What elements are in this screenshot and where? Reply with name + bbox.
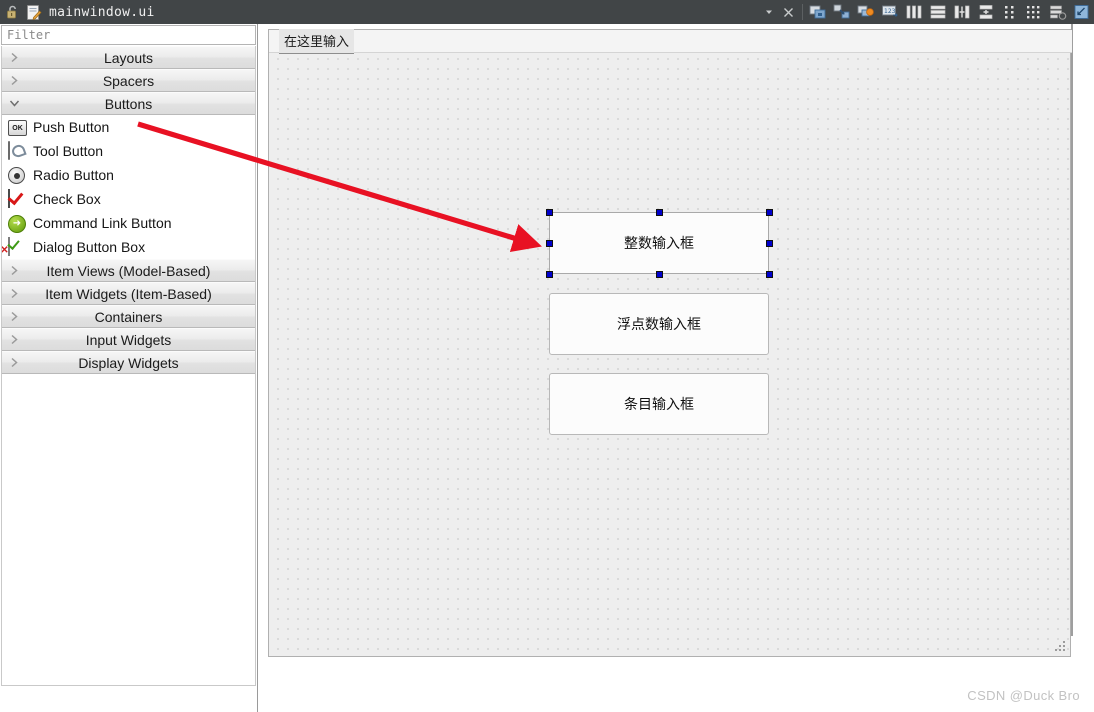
widget-category-label: Containers bbox=[94, 308, 163, 325]
widget-item-label: Push Button bbox=[33, 119, 110, 135]
widget-category-buttons[interactable]: Buttons bbox=[2, 92, 255, 115]
widget-category-label: Spacers bbox=[102, 72, 155, 89]
selection-handle-bottom-left[interactable] bbox=[545, 270, 553, 278]
chevron-right-icon bbox=[8, 329, 20, 350]
widget-category-spacers[interactable]: Spacers bbox=[2, 69, 255, 92]
push-button-integer-input[interactable]: 整数输入框 bbox=[549, 212, 769, 274]
selection-handle-top-left[interactable] bbox=[545, 208, 553, 216]
watermark-text: CSDN @Duck Bro bbox=[967, 688, 1080, 703]
widget-item-label: Radio Button bbox=[33, 167, 114, 183]
layout-form-icon[interactable] bbox=[998, 0, 1022, 24]
chevron-right-icon bbox=[8, 260, 20, 281]
widget-category-containers[interactable]: Containers bbox=[2, 305, 255, 328]
chevron-right-icon bbox=[8, 47, 20, 68]
layout-vertical-splitter-icon[interactable] bbox=[974, 0, 998, 24]
ui-file-edit-icon bbox=[25, 4, 42, 21]
chevron-down-icon bbox=[8, 93, 20, 114]
widget-category-label: Display Widgets bbox=[78, 354, 179, 371]
tool-button-icon bbox=[8, 141, 26, 160]
window-title: mainwindow.ui bbox=[49, 4, 155, 20]
break-layout-icon[interactable] bbox=[1046, 0, 1070, 24]
push-button-float-input[interactable]: 浮点数输入框 bbox=[549, 293, 769, 355]
designer-toolbar: 123 bbox=[806, 0, 1094, 24]
radio-button-icon bbox=[8, 166, 26, 184]
edit-signals-slots-icon[interactable] bbox=[830, 0, 854, 24]
filter-input[interactable]: Filter bbox=[1, 25, 256, 45]
form-canvas[interactable]: 在这里输入 整数输入框 浮点数输入框 条目输入框 bbox=[268, 28, 1072, 657]
title-bar: mainwindow.ui 123 bbox=[0, 0, 1094, 24]
widget-box-panel: Filter Layouts Spacers Buttons OK Push B… bbox=[0, 24, 258, 712]
widget-item-radio-button[interactable]: Radio Button bbox=[2, 163, 255, 187]
check-box-icon bbox=[8, 189, 26, 208]
adjust-size-icon[interactable] bbox=[1070, 0, 1094, 24]
toolbar-separator bbox=[802, 4, 803, 20]
resize-grip-icon[interactable] bbox=[1055, 641, 1067, 653]
widget-tree: Layouts Spacers Buttons OK Push Button T… bbox=[1, 46, 256, 686]
widget-item-tool-button[interactable]: Tool Button bbox=[2, 139, 255, 163]
widget-category-item-views[interactable]: Item Views (Model-Based) bbox=[2, 259, 255, 282]
selection-handle-bottom-right[interactable] bbox=[765, 270, 773, 278]
widget-item-label: Check Box bbox=[33, 191, 101, 207]
chevron-right-icon bbox=[8, 352, 20, 373]
widget-category-label: Buttons bbox=[104, 95, 153, 112]
widget-item-dialog-button-box[interactable]: ✕ Dialog Button Box bbox=[2, 235, 255, 259]
push-button-label: 条目输入框 bbox=[624, 396, 694, 412]
dialog-box-x-glyph: ✕ bbox=[1, 245, 9, 256]
command-link-button-icon: ➜ bbox=[8, 214, 26, 233]
push-button-label: 浮点数输入框 bbox=[617, 316, 701, 332]
widget-category-label: Item Widgets (Item-Based) bbox=[45, 285, 212, 302]
widget-category-label: Item Views (Model-Based) bbox=[46, 262, 211, 279]
push-button-icon-label: OK bbox=[8, 120, 27, 136]
filter-placeholder: Filter bbox=[7, 28, 51, 42]
push-button-icon: OK bbox=[8, 118, 27, 136]
menubar-type-here-placeholder[interactable]: 在这里输入 bbox=[279, 28, 355, 54]
widget-category-label: Input Widgets bbox=[85, 331, 172, 348]
widget-item-check-box[interactable]: Check Box bbox=[2, 187, 255, 211]
form-editor-area: 在这里输入 整数输入框 浮点数输入框 条目输入框 CSDN @Duck Bro bbox=[258, 24, 1094, 712]
unlocked-lock-icon[interactable] bbox=[5, 4, 21, 20]
selection-handle-top-center[interactable] bbox=[655, 208, 663, 216]
chevron-right-icon bbox=[8, 306, 20, 327]
selection-handle-top-right[interactable] bbox=[765, 208, 773, 216]
push-button-label: 整数输入框 bbox=[624, 235, 694, 251]
editor-right-divider bbox=[1071, 24, 1073, 636]
widget-item-label: Dialog Button Box bbox=[33, 239, 146, 255]
dialog-button-box-icon: ✕ bbox=[2, 237, 26, 256]
layout-horizontal-splitter-icon[interactable] bbox=[950, 0, 974, 24]
command-link-glyph: ➜ bbox=[8, 215, 26, 233]
chevron-right-icon bbox=[8, 283, 20, 304]
form-menubar: 在这里输入 bbox=[269, 28, 1072, 54]
edit-buddies-icon[interactable] bbox=[854, 0, 878, 24]
selection-handle-bottom-center[interactable] bbox=[655, 270, 663, 278]
close-icon[interactable] bbox=[777, 0, 799, 24]
layout-horizontally-icon[interactable] bbox=[902, 0, 926, 24]
widget-item-label: Command Link Button bbox=[33, 215, 172, 231]
layout-vertically-icon[interactable] bbox=[926, 0, 950, 24]
selection-handle-middle-right[interactable] bbox=[765, 239, 773, 247]
widget-category-layouts[interactable]: Layouts bbox=[2, 46, 255, 69]
svg-text:123: 123 bbox=[884, 8, 896, 15]
widget-item-label: Tool Button bbox=[33, 143, 104, 159]
chevron-right-icon bbox=[8, 70, 20, 91]
widget-category-display-widgets[interactable]: Display Widgets bbox=[2, 351, 255, 374]
widget-item-push-button[interactable]: OK Push Button bbox=[2, 115, 255, 139]
widget-category-input-widgets[interactable]: Input Widgets bbox=[2, 328, 255, 351]
widget-item-command-link-button[interactable]: ➜ Command Link Button bbox=[2, 211, 255, 235]
edit-widgets-icon[interactable] bbox=[806, 0, 830, 24]
chevron-down-icon[interactable] bbox=[761, 0, 777, 24]
layout-grid-icon[interactable] bbox=[1022, 0, 1046, 24]
widget-category-item-widgets[interactable]: Item Widgets (Item-Based) bbox=[2, 282, 255, 305]
push-button-item-input[interactable]: 条目输入框 bbox=[549, 373, 769, 435]
widget-category-label: Layouts bbox=[103, 49, 154, 66]
edit-tab-order-icon[interactable]: 123 bbox=[878, 0, 902, 24]
qt-designer-window: mainwindow.ui 123 Filter Layouts Spacers… bbox=[0, 0, 1094, 712]
selection-handle-middle-left[interactable] bbox=[545, 239, 553, 247]
